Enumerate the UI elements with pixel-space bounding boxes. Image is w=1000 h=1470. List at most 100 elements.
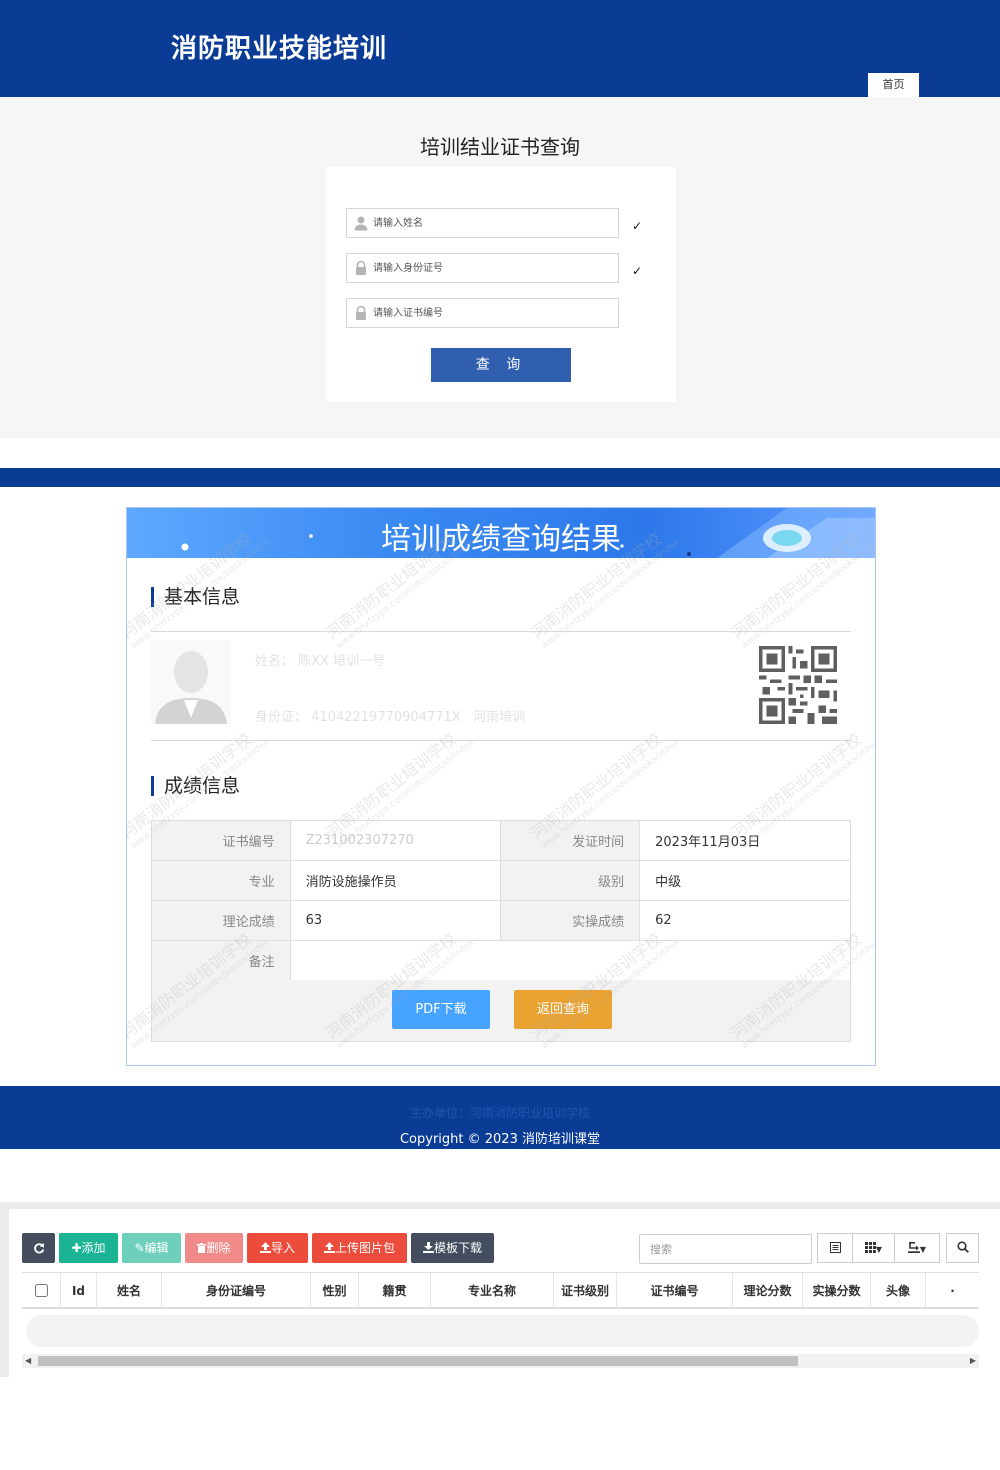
level-value: 中级 xyxy=(639,860,851,901)
select-all-checkbox[interactable] xyxy=(22,1273,61,1307)
result-banner: 培训成绩查询结果 xyxy=(127,508,875,558)
nav-home-tab[interactable]: 首页 xyxy=(868,73,919,97)
issue-date-value: 2023年11月03日 xyxy=(639,820,851,861)
lock-icon xyxy=(356,260,366,275)
upload-photos-button[interactable]: 上传图片包 xyxy=(312,1233,407,1263)
remark-label: 备注 xyxy=(151,940,291,981)
qr-code xyxy=(759,646,837,724)
export-icon xyxy=(907,1242,920,1253)
id-check-icon: ✓ xyxy=(632,264,643,278)
practice-score-label: 实操成绩 xyxy=(500,900,641,941)
remark-value xyxy=(289,940,852,981)
search-icon xyxy=(956,1241,969,1253)
column-header[interactable]: 籍贯 xyxy=(359,1273,431,1307)
column-header[interactable]: Id xyxy=(61,1273,97,1307)
export-button[interactable]: ▼ xyxy=(894,1233,940,1263)
plus-icon: ✚ xyxy=(71,1241,82,1255)
search-field[interactable] xyxy=(639,1234,812,1264)
edit-button[interactable]: ✎编辑 xyxy=(122,1233,181,1263)
footer-copyright: Copyright © 2023 消防培训课堂 xyxy=(399,1132,600,1147)
column-header[interactable]: 证书编号 xyxy=(617,1273,733,1307)
site-footer: 主办单位：河南消防职业培训学校 Copyright © 2023 消防培训课堂 xyxy=(0,1086,1000,1149)
add-button[interactable]: ✚添加 xyxy=(59,1233,118,1263)
table-row: 理论成绩 63 实操成绩 62 xyxy=(151,900,851,941)
grade-info-heading: 成绩信息 xyxy=(151,776,240,796)
refresh-icon xyxy=(33,1243,44,1254)
upload-icon xyxy=(323,1242,335,1253)
grid-icon xyxy=(864,1242,876,1253)
upload-icon xyxy=(259,1242,271,1253)
name-check-icon: ✓ xyxy=(632,219,643,233)
search-input[interactable] xyxy=(640,1235,800,1263)
grade-table: 证书编号 Z231002307270 发证时间 2023年11月03日 专业 消… xyxy=(151,820,852,981)
cert-no-value: Z231002307270 xyxy=(289,820,502,861)
column-header[interactable]: 实操分数 xyxy=(803,1273,871,1307)
name-value: 陈XX 培训一号 xyxy=(298,654,386,669)
query-title: 培训结业证书查询 xyxy=(420,135,580,159)
query-button[interactable]: 查 询 xyxy=(431,348,571,382)
id-number-input[interactable] xyxy=(373,254,613,282)
site-title: 消防职业技能培训 xyxy=(171,34,388,64)
columns-toggle-button[interactable]: ▼ xyxy=(852,1233,895,1263)
id-extra: 河南培训 xyxy=(473,710,526,725)
result-actions: PDF下载 返回查询 xyxy=(151,980,851,1042)
cert-no-label: 证书编号 xyxy=(151,820,291,861)
id-field[interactable] xyxy=(346,253,619,283)
level-label: 级别 xyxy=(500,860,641,901)
table-header: Id 姓名 身份证编号 性别 籍贯 专业名称 证书级别 证书编号 理论分数 实操… xyxy=(22,1272,979,1309)
table-row xyxy=(26,1315,979,1347)
result-title: 培训成绩查询结果 xyxy=(381,522,621,557)
horizontal-scrollbar[interactable]: ◀ ▶ xyxy=(22,1354,979,1368)
search-button[interactable] xyxy=(946,1233,979,1263)
cert-number-input[interactable] xyxy=(373,299,613,327)
site-header: 消防职业技能培训 首页 xyxy=(0,0,1000,97)
column-header[interactable]: 性别 xyxy=(311,1273,359,1307)
column-header[interactable]: 证书级别 xyxy=(554,1273,617,1307)
query-form: ✓ ✓ 查 询 xyxy=(326,167,676,402)
chevron-down-icon: ▼ xyxy=(875,1245,883,1254)
template-download-button[interactable]: 模板下载 xyxy=(411,1233,494,1263)
result-panel: 培训成绩查询结果 基本信息 姓名： 陈XX 培训一号 身份证： 41042219… xyxy=(126,507,876,1066)
name-input[interactable] xyxy=(373,209,613,237)
pdf-download-button[interactable]: PDF下载 xyxy=(392,990,490,1029)
table-row: 备注 xyxy=(151,940,852,981)
id-label: 身份证 xyxy=(255,710,295,725)
column-header[interactable]: 姓名 xyxy=(97,1273,162,1307)
chevron-down-icon: ▼ xyxy=(919,1245,927,1254)
table-row: 证书编号 Z231002307270 发证时间 2023年11月03日 xyxy=(151,820,851,861)
query-section: 培训结业证书查询 ✓ ✓ 查 询 xyxy=(0,97,1000,438)
column-header[interactable]: 理论分数 xyxy=(733,1273,803,1307)
table-row: 专业 消防设施操作员 级别 中级 xyxy=(151,860,851,901)
major-label: 专业 xyxy=(151,860,291,901)
practice-score-value: 62 xyxy=(639,900,851,941)
column-header[interactable]: · xyxy=(926,1273,979,1307)
column-header[interactable]: 专业名称 xyxy=(431,1273,554,1307)
column-header[interactable]: 身份证编号 xyxy=(162,1273,311,1307)
divider xyxy=(151,740,851,741)
major-value: 消防设施操作员 xyxy=(289,860,502,901)
footer-sponsor: 主办单位：河南消防职业培训学校 xyxy=(409,1106,590,1120)
theory-score-label: 理论成绩 xyxy=(151,900,291,941)
list-icon xyxy=(829,1242,841,1253)
scrollbar-thumb[interactable] xyxy=(38,1356,798,1366)
back-to-query-button[interactable]: 返回查询 xyxy=(514,990,612,1029)
name-field[interactable] xyxy=(346,208,619,238)
basic-info: 姓名： 陈XX 培训一号 身份证： 41042219770904771X 河南培… xyxy=(151,632,851,740)
cert-field[interactable] xyxy=(346,298,619,328)
section-divider xyxy=(0,468,1000,487)
name-label: 姓名 xyxy=(255,654,282,669)
id-value: 41042219770904771X xyxy=(311,710,461,725)
scroll-left-icon[interactable]: ◀ xyxy=(25,1354,31,1368)
issue-date-label: 发证时间 xyxy=(500,820,641,861)
import-button[interactable]: 导入 xyxy=(247,1233,308,1263)
column-header[interactable]: 头像 xyxy=(871,1273,926,1307)
delete-button[interactable]: 删除 xyxy=(185,1233,243,1263)
basic-info-heading: 基本信息 xyxy=(151,587,240,607)
scroll-right-icon[interactable]: ▶ xyxy=(970,1354,976,1368)
avatar-photo xyxy=(151,640,231,724)
admin-content: ✚添加 ✎编辑 删除 导入 上传图片包 模板下载 搜索 ▼ ▼ Id 姓名 身份… xyxy=(9,1209,1000,1377)
refresh-button[interactable] xyxy=(22,1233,55,1263)
toggle-view-button[interactable] xyxy=(817,1233,853,1263)
pencil-icon: ✎ xyxy=(134,1241,145,1255)
user-icon xyxy=(354,216,368,231)
